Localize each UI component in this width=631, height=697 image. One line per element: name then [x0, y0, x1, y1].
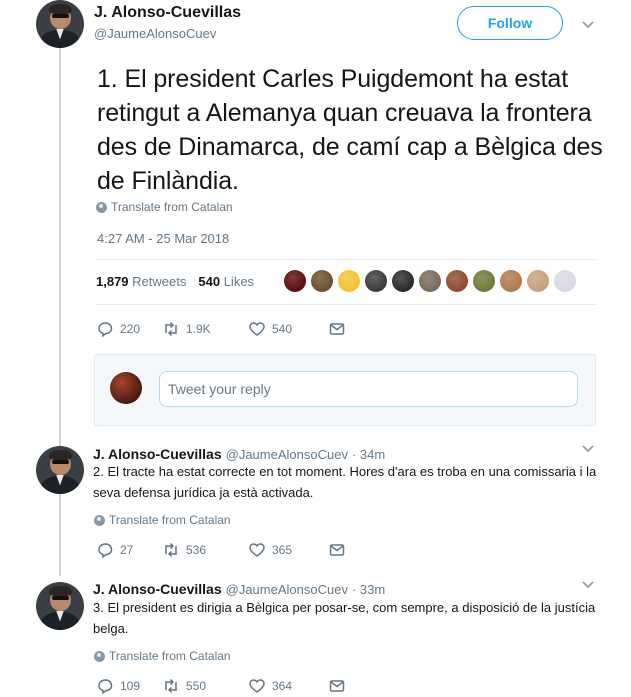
author-avatar[interactable]: [36, 0, 84, 48]
reply-count: 109: [120, 679, 141, 693]
divider: [96, 304, 596, 305]
liker-avatar[interactable]: [419, 270, 441, 292]
thread-line: [59, 48, 61, 446]
tweet-timestamp[interactable]: 4:27 AM - 25 Mar 2018: [97, 231, 229, 246]
follow-button[interactable]: Follow: [457, 6, 563, 40]
translate-label[interactable]: Translate from Catalan: [109, 649, 231, 663]
envelope-icon: [329, 544, 345, 556]
reply-author-handle[interactable]: @JaumeAlonsoCuev: [226, 447, 348, 462]
liker-avatar[interactable]: [392, 270, 414, 292]
engagement-stats: 1,879 Retweets 540 Likes: [96, 274, 254, 289]
reply-icon: [98, 322, 113, 338]
liker-avatar[interactable]: [338, 270, 360, 292]
tweet-text: 1. El president Carles Puigdemont ha est…: [97, 65, 603, 195]
globe-icon: [94, 650, 105, 662]
liker-avatar[interactable]: [554, 270, 576, 292]
translate-link[interactable]: Translate from Catalan: [96, 200, 233, 214]
heart-icon: [249, 543, 265, 557]
envelope-icon: [329, 680, 345, 692]
dm-action[interactable]: [328, 677, 346, 695]
divider: [96, 259, 596, 260]
likes-stat[interactable]: 540 Likes: [198, 274, 254, 289]
liker-avatar[interactable]: [527, 270, 549, 292]
current-user-avatar: [110, 372, 142, 404]
thread-line: [59, 494, 61, 576]
reply-input[interactable]: Tweet your reply: [159, 371, 578, 407]
liker-avatar[interactable]: [365, 270, 387, 292]
translate-link[interactable]: Translate from Catalan: [94, 649, 231, 663]
reply-action[interactable]: 27: [96, 541, 162, 559]
translate-label[interactable]: Translate from Catalan: [109, 513, 231, 527]
chevron-down-icon[interactable]: [581, 441, 595, 455]
chevron-down-icon[interactable]: [581, 577, 595, 591]
retweet-icon: [165, 678, 177, 694]
reply-text: 3. El president es dirigia a Bèlgica per…: [93, 600, 596, 636]
reply-count: 220: [120, 322, 141, 336]
reply-action[interactable]: 220: [96, 320, 162, 338]
reply-author-name[interactable]: J. Alonso-Cuevillas: [93, 446, 222, 462]
like-count: 365: [272, 543, 293, 557]
heart-icon: [249, 322, 265, 336]
reply-author-name[interactable]: J. Alonso-Cuevillas: [93, 581, 222, 597]
reply-author-avatar[interactable]: [36, 582, 84, 630]
reply-time[interactable]: · 33m: [352, 582, 385, 597]
envelope-icon: [329, 323, 345, 335]
retweets-stat[interactable]: 1,879 Retweets: [96, 274, 186, 289]
retweet-action[interactable]: 536: [162, 541, 248, 559]
retweet-icon: [165, 321, 177, 337]
tweet-actions: 220 1.9K 540: [96, 320, 346, 338]
likers-avatars: [284, 270, 576, 292]
reply-actions: 109 550 364: [96, 677, 346, 695]
translate-link[interactable]: Translate from Catalan: [94, 513, 231, 527]
globe-icon: [96, 201, 107, 213]
retweet-count: 1.9K: [186, 322, 211, 336]
reply-header: J. Alonso-Cuevillas @JaumeAlonsoCuev · 3…: [93, 446, 385, 462]
chevron-down-icon[interactable]: [581, 17, 595, 31]
reply-time[interactable]: · 34m: [352, 447, 385, 462]
like-action[interactable]: 364: [248, 677, 328, 695]
globe-icon: [94, 514, 105, 526]
reply-action[interactable]: 109: [96, 677, 162, 695]
liker-avatar[interactable]: [284, 270, 306, 292]
reply-count: 27: [120, 543, 134, 557]
reply-text: 2. El tracte ha estat correcte en tot mo…: [93, 464, 597, 500]
reply-author-handle[interactable]: @JaumeAlonsoCuev: [226, 582, 348, 597]
reply-icon: [98, 543, 113, 559]
like-count: 540: [272, 322, 293, 336]
retweet-count: 550: [186, 679, 207, 693]
dm-action[interactable]: [328, 541, 346, 559]
retweet-count: 536: [186, 543, 207, 557]
liker-avatar[interactable]: [311, 270, 333, 292]
liker-avatar[interactable]: [473, 270, 495, 292]
reply-icon: [98, 679, 113, 695]
like-action[interactable]: 365: [248, 541, 328, 559]
retweet-action[interactable]: 550: [162, 677, 248, 695]
like-count: 364: [272, 679, 293, 693]
dm-action[interactable]: [328, 320, 346, 338]
reply-header: J. Alonso-Cuevillas @JaumeAlonsoCuev · 3…: [93, 581, 385, 597]
author-handle[interactable]: @JaumeAlonsoCuev: [94, 26, 216, 41]
like-action[interactable]: 540: [248, 320, 328, 338]
reply-actions: 27 536 365: [96, 541, 346, 559]
reply-author-avatar[interactable]: [36, 446, 84, 494]
author-name[interactable]: J. Alonso-Cuevillas: [94, 4, 241, 22]
translate-label[interactable]: Translate from Catalan: [111, 200, 233, 214]
liker-avatar[interactable]: [500, 270, 522, 292]
retweet-action[interactable]: 1.9K: [162, 320, 248, 338]
retweet-icon: [165, 542, 177, 558]
heart-icon: [249, 679, 265, 693]
liker-avatar[interactable]: [446, 270, 468, 292]
